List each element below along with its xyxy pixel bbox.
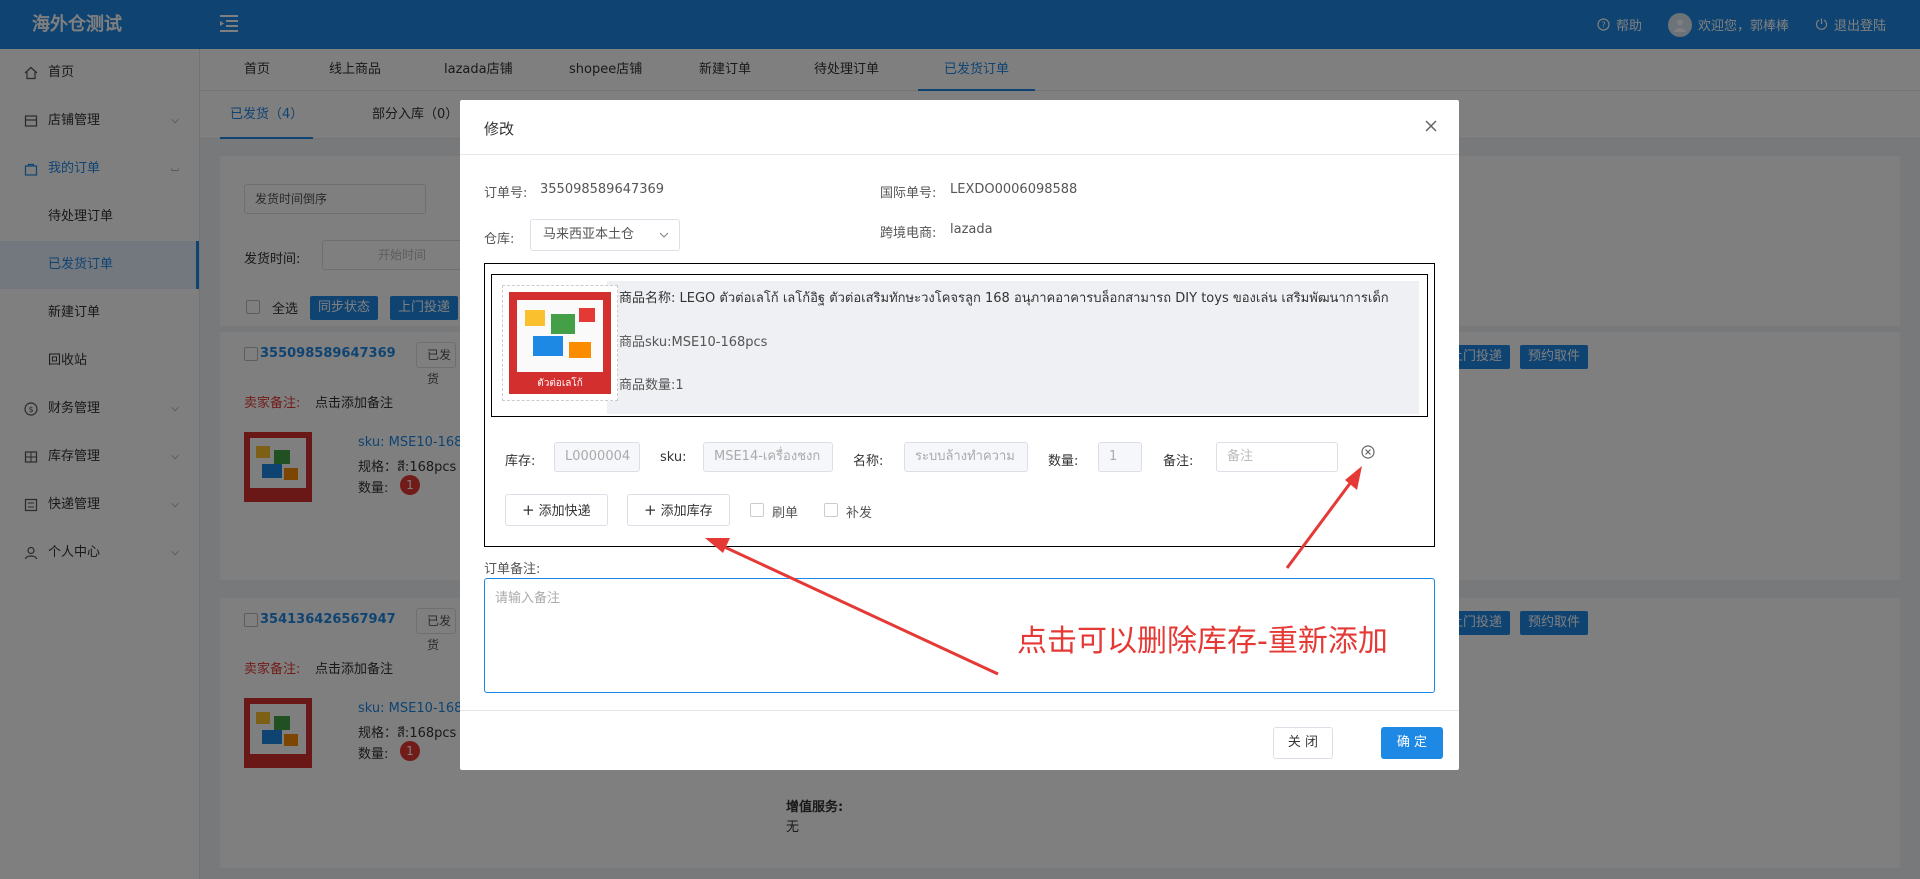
annotation-text: 点击可以删除库存-重新添加 bbox=[1017, 624, 1388, 659]
arrow-to-delete-icon bbox=[1285, 477, 1356, 569]
annotation-arrows bbox=[705, 466, 1362, 676]
arrowhead-add-stock bbox=[705, 538, 730, 553]
arrow-to-add-stock bbox=[717, 542, 999, 676]
